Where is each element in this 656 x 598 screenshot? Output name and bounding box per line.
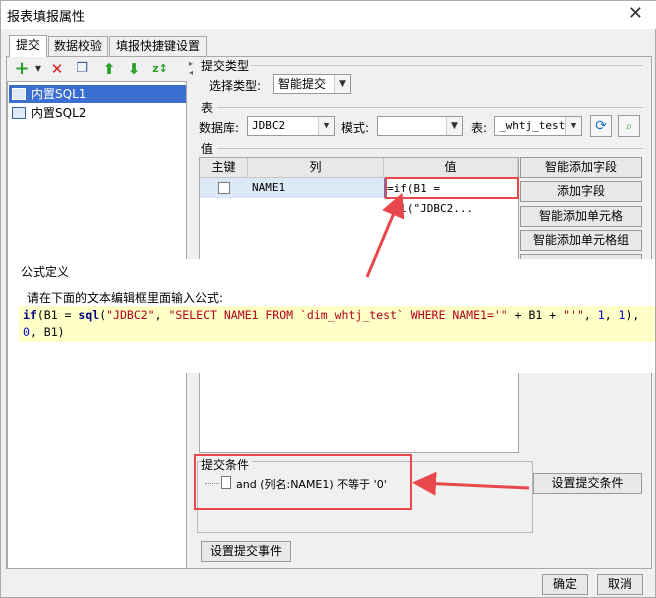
condition-highlight — [194, 454, 412, 510]
sort-icon[interactable]: z↕ — [151, 59, 169, 79]
submit-type-value: 智能提交 — [278, 77, 327, 91]
table-icon — [12, 107, 26, 119]
move-up-icon[interactable]: ⬆ — [100, 59, 118, 79]
splitter-arrows-icon[interactable]: ▸ ◂ — [189, 59, 193, 89]
schema-select[interactable]: ▼ — [377, 116, 463, 136]
tab-submit[interactable]: 提交 — [9, 35, 47, 57]
ok-button[interactable]: 确定 — [542, 574, 588, 595]
code-token: + B1 + — [507, 308, 564, 322]
code-token: "SELECT NAME1 FROM `dim_whtj_test` WHERE… — [168, 308, 508, 322]
close-icon[interactable]: ✕ — [628, 3, 643, 24]
code-token: 0 — [23, 325, 30, 339]
values-group-label: 值 — [201, 140, 217, 157]
code-token: , — [604, 308, 619, 322]
refresh-icon[interactable]: ⟳ — [590, 115, 612, 137]
delete-icon[interactable]: ✕ — [48, 59, 66, 79]
formula-line-2: 0, B1) — [23, 325, 65, 339]
table-icon — [12, 88, 26, 100]
database-value: JDBC2 — [252, 119, 286, 132]
code-token: (B1 = — [36, 308, 79, 322]
tab-shortcut-settings[interactable]: 填报快捷键设置 — [109, 36, 207, 57]
group-divider — [251, 65, 643, 66]
code-token: "'" — [563, 308, 584, 322]
code-token: 1 — [597, 308, 605, 322]
table-value: _whtj_test — [499, 119, 566, 132]
move-down-icon[interactable]: ⬇ — [125, 59, 143, 79]
tree-item-sql2[interactable]: 内置SQL2 — [9, 104, 186, 122]
code-token: , — [583, 308, 598, 322]
group-divider — [217, 107, 643, 108]
formula-line-1: if(B1 = sql("JDBC2", "SELECT NAME1 FROM … — [23, 308, 639, 322]
tree-item-sql1[interactable]: 内置SQL1 — [9, 85, 186, 103]
header-value: 值 — [384, 158, 518, 178]
formula-overlay: 公式定义 请在下面的文本编辑框里面输入公式: if(B1 = sql("JDBC… — [19, 259, 655, 373]
copy-icon[interactable]: ❐ — [73, 59, 91, 79]
code-token: ), — [625, 308, 640, 322]
code-token: sql — [78, 308, 100, 322]
database-select[interactable]: JDBC2 ▼ — [247, 116, 335, 136]
chevron-down-icon: ▼ — [446, 117, 462, 135]
tab-data-validation[interactable]: 数据校验 — [48, 36, 108, 57]
chevron-down-icon: ▼ — [334, 75, 350, 93]
chevron-down-icon: ▼ — [318, 117, 334, 135]
header-column: 列 — [248, 158, 384, 178]
tree-item-label: 内置SQL1 — [31, 87, 87, 101]
add-field-button[interactable]: 添加字段 — [520, 181, 642, 202]
smart-add-field-button[interactable]: 智能添加字段 — [520, 157, 642, 178]
code-token: "JDBC2" — [106, 308, 155, 322]
code-token: , B1) — [29, 325, 65, 339]
dialog-window: 报表填报属性 ✕ 提交 数据校验 填报快捷键设置 + ▼ ✕ ❐ ⬆ ⬇ z↕ … — [0, 0, 656, 598]
header-primary-key: 主键 — [200, 158, 248, 178]
set-condition-button[interactable]: 设置提交条件 — [533, 473, 642, 494]
preview-table-icon[interactable]: ⌕ — [618, 115, 640, 137]
set-event-button[interactable]: 设置提交事件 — [201, 541, 291, 562]
table-select[interactable]: _whtj_test ▼ — [494, 116, 582, 136]
code-token: , — [154, 308, 169, 322]
window-title: 报表填报属性 — [7, 10, 86, 25]
code-token: if — [23, 308, 37, 322]
value-cell-highlight — [385, 177, 519, 199]
formula-editor[interactable]: if(B1 = sql("JDBC2", "SELECT NAME1 FROM … — [19, 306, 655, 342]
table-group-label: 表 — [201, 99, 217, 116]
database-label: 数据库: — [199, 121, 240, 135]
group-divider — [217, 148, 643, 149]
cancel-button[interactable]: 取消 — [597, 574, 643, 595]
table-label: 表: — [471, 121, 488, 135]
submit-type-label: 选择类型: — [209, 79, 262, 93]
primary-key-checkbox[interactable] — [218, 182, 230, 194]
schema-label: 模式: — [341, 121, 370, 135]
smart-add-cell-group-button[interactable]: 智能添加单元格组 — [520, 230, 642, 251]
smart-add-cell-button[interactable]: 智能添加单元格 — [520, 206, 642, 227]
tree-item-label: 内置SQL2 — [31, 106, 87, 120]
title-bar: 报表填报属性 ✕ — [1, 1, 656, 29]
submit-type-group-label: 提交类型 — [201, 57, 253, 74]
column-cell[interactable]: NAME1 — [252, 178, 285, 198]
formula-title: 公式定义 — [21, 265, 70, 279]
chevron-down-icon: ▼ — [565, 117, 581, 135]
dropdown-arrow-icon[interactable]: ▼ — [29, 59, 47, 79]
submit-type-select[interactable]: 智能提交 ▼ — [273, 74, 351, 94]
formula-prompt: 请在下面的文本编辑框里面输入公式: — [27, 291, 224, 305]
